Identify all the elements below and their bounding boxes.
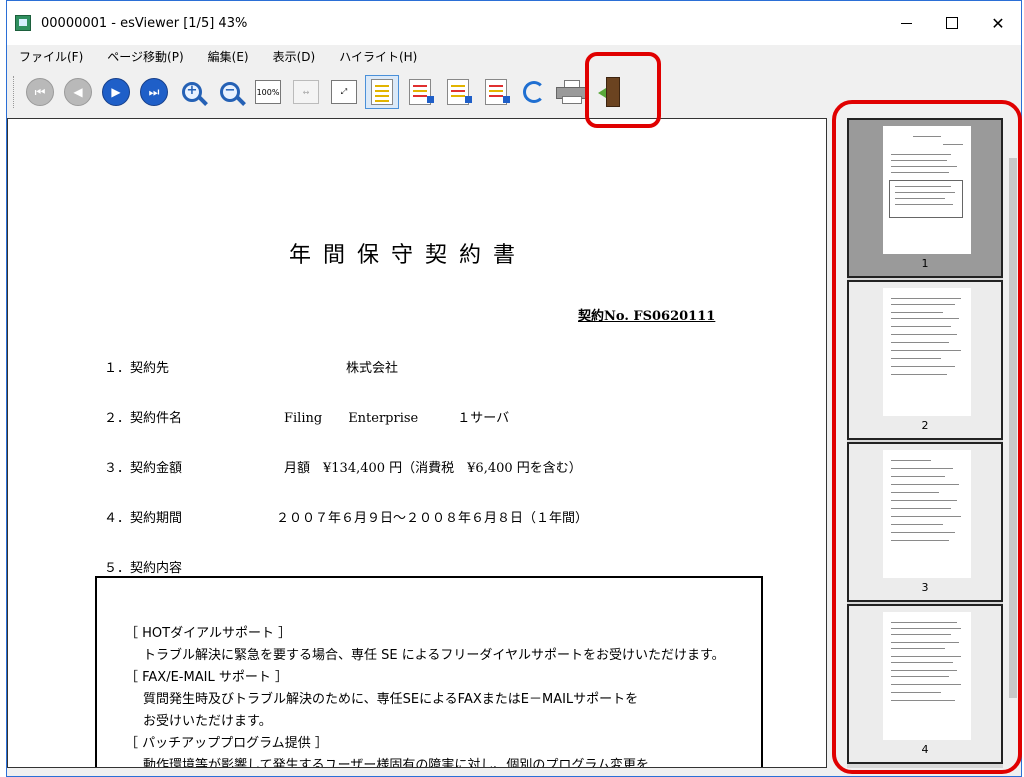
highlight-first-icon	[409, 79, 434, 105]
zoom-100-button[interactable]: 100%	[251, 75, 285, 109]
fit-width-icon: ↔	[293, 80, 319, 104]
title-bar: 00000001 - esViewer [1/5] 43% ✕	[7, 1, 1021, 45]
highlight-previous-button[interactable]	[441, 75, 475, 109]
field-label: ３．契約金額	[104, 461, 183, 476]
last-page-button[interactable]: ⏭	[137, 75, 171, 109]
field-value: Filing Enterprise １サーバ	[284, 411, 510, 426]
zoom-in-button[interactable]: +	[175, 75, 209, 109]
window-title: 00000001 - esViewer [1/5] 43%	[41, 15, 248, 31]
highlight-next-icon	[485, 79, 510, 105]
menu-edit[interactable]: 編集(E)	[196, 48, 261, 65]
minimize-icon	[900, 22, 912, 24]
contract-content-box: ［ HOTダイアルサポート ］ トラブル解決に緊急を要する場合、専任 SE によ…	[95, 576, 763, 768]
fit-page-button[interactable]: ⤢	[327, 75, 361, 109]
menu-bar: ファイル(F) ページ移動(P) 編集(E) 表示(D) ハイライト(H)	[7, 45, 1021, 67]
zoom-in-icon: +	[182, 82, 202, 102]
content-line: 動作環境等が影響して発生するユーザー様固有の障害に対し、個別のプログラム変更を	[143, 758, 649, 768]
print-button-highlight	[585, 52, 661, 128]
field-label: ４．契約期間	[104, 511, 183, 526]
first-page-button[interactable]: ⏮	[23, 75, 57, 109]
field-label: ５．契約内容	[104, 561, 183, 576]
close-button[interactable]: ✕	[975, 1, 1021, 45]
highlight-first-button[interactable]	[403, 75, 437, 109]
field-value: 株式会社	[346, 361, 399, 376]
previous-page-button[interactable]: ◀	[61, 75, 95, 109]
highlight-toggle-button[interactable]	[365, 75, 399, 109]
previous-page-icon: ◀	[64, 78, 92, 106]
menu-file[interactable]: ファイル(F)	[7, 48, 95, 65]
rotate-icon	[523, 81, 545, 103]
content-line: お受けいただけます。	[143, 714, 272, 729]
first-page-icon: ⏮	[26, 78, 54, 106]
field-value: 月額 ¥134,400 円（消費税 ¥6,400 円を含む）	[284, 461, 582, 476]
close-icon: ✕	[991, 13, 1005, 33]
content-line: ［ FAX/E-MAIL サポート ］	[125, 670, 288, 685]
fit-page-icon: ⤢	[331, 80, 357, 104]
content-line: ［ HOTダイアルサポート ］	[125, 626, 292, 641]
field-label: １．契約先	[104, 361, 170, 376]
document-title: 年間保守契約書	[288, 243, 527, 268]
content-line: 質問発生時及びトラブル解決のために、専任SEによるFAXまたはE－MAILサポー…	[143, 692, 639, 707]
print-button[interactable]	[555, 75, 589, 109]
content-line: トラブル解決に緊急を要する場合、専任 SE によるフリーダイヤルサポートをお受け…	[143, 648, 725, 663]
maximize-button[interactable]	[929, 1, 975, 45]
contract-number: 契約No. FS0620111	[578, 309, 716, 324]
content-line: ［ パッチアッププログラム提供 ］	[125, 736, 328, 751]
minimize-button[interactable]	[883, 1, 929, 45]
thumbnail-panel-highlight	[832, 100, 1022, 774]
zoom-100-icon: 100%	[255, 80, 281, 104]
field-label: ２．契約件名	[104, 411, 183, 426]
menu-highlight[interactable]: ハイライト(H)	[327, 48, 429, 65]
field-value: ２００７年６月９日～２００８年６月８日（１年間）	[276, 511, 589, 526]
highlight-next-button[interactable]	[479, 75, 513, 109]
toolbar-grip[interactable]	[13, 76, 17, 108]
highlight-document-icon	[371, 79, 393, 105]
fit-width-button[interactable]: ↔	[289, 75, 323, 109]
menu-page-navigation[interactable]: ページ移動(P)	[95, 48, 195, 65]
last-page-icon: ⏭	[140, 78, 168, 106]
zoom-out-button[interactable]: −	[213, 75, 247, 109]
document-view[interactable]: 年間保守契約書 契約No. FS0620111 １．契約先 株式会社 ２．契約件…	[7, 118, 827, 768]
next-page-icon: ▶	[102, 78, 130, 106]
highlight-previous-icon	[447, 79, 472, 105]
printer-icon	[556, 80, 588, 104]
menu-view[interactable]: 表示(D)	[261, 48, 328, 65]
next-page-button[interactable]: ▶	[99, 75, 133, 109]
rotate-button[interactable]	[517, 75, 551, 109]
app-icon	[15, 15, 31, 31]
zoom-out-icon: −	[220, 82, 240, 102]
maximize-icon	[946, 17, 958, 29]
